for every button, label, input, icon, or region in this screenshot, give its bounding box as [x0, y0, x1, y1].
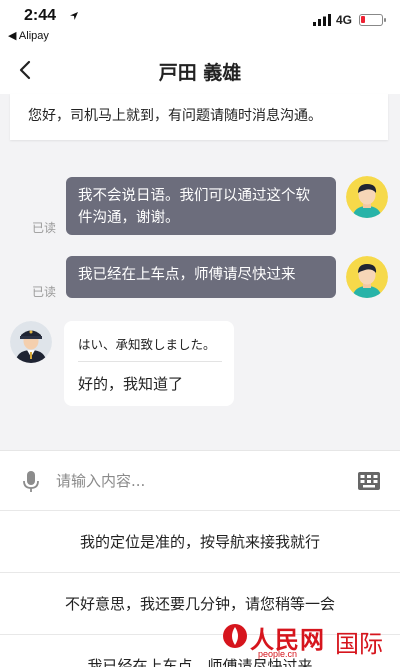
driver-avatar-icon: [10, 321, 52, 363]
original-text: はい、承知致しました。: [78, 337, 216, 352]
incoming-message[interactable]: はい、承知致しました。 好的，我知道了: [64, 321, 234, 406]
outgoing-message[interactable]: 我已经在上车点，师傅请尽快过来: [66, 256, 336, 298]
back-to-app-link[interactable]: ◀ Alipay: [8, 29, 49, 42]
watermark-section: 国际: [335, 630, 383, 658]
page-title: 戸田 義雄: [158, 62, 242, 84]
watermark: 人民网 people.cn 国际: [222, 620, 400, 662]
signal-strength-icon: [313, 14, 331, 26]
status-time: 2:44: [24, 7, 57, 24]
system-notice: 您好，司机马上就到，有问题请随时消息沟通。: [10, 94, 388, 140]
keyboard-icon[interactable]: [358, 472, 380, 490]
divider: [78, 361, 222, 362]
read-status: 已读: [32, 285, 57, 299]
outgoing-message[interactable]: 我不会说日语。我们可以通过这个软件沟通，谢谢。: [66, 177, 336, 235]
input-bar: [0, 450, 400, 510]
notice-text: 您好，司机马上就到，有问题请随时消息沟通。: [28, 108, 322, 124]
user-avatar-icon: [346, 256, 388, 298]
people-daily-logo-icon: [223, 624, 247, 648]
battery-icon: [359, 14, 386, 26]
battery-level: [361, 16, 365, 23]
microphone-icon[interactable]: [22, 470, 40, 494]
message-input[interactable]: [56, 468, 336, 494]
user-avatar-icon: [346, 176, 388, 218]
status-bar: 2:44 ◀ Alipay 4G: [0, 0, 400, 46]
translated-text: 好的，我知道了: [78, 375, 184, 393]
quick-reply-item[interactable]: 我的定位是准的，按导航来接我就行: [0, 510, 400, 572]
location-arrow-icon: [70, 12, 78, 20]
nav-bar: 戸田 義雄: [0, 46, 400, 94]
read-status: 已读: [32, 221, 57, 235]
watermark-url: people.cn: [258, 649, 298, 659]
network-type: 4G: [336, 13, 353, 27]
